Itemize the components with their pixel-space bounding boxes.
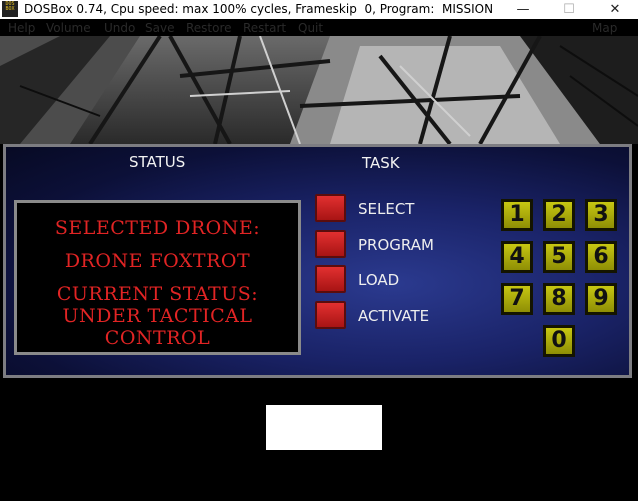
game-menu-bar: Help Volume Undo Save Restore Restart Qu… bbox=[0, 19, 638, 36]
blank-white-box bbox=[266, 405, 382, 450]
menu-quit[interactable]: Quit bbox=[298, 21, 323, 35]
dosbox-app-icon: DOS BOX bbox=[2, 1, 18, 17]
program-task-button[interactable] bbox=[315, 230, 346, 258]
load-task-button[interactable] bbox=[315, 265, 346, 293]
keypad-key-1[interactable]: 1 bbox=[501, 199, 533, 231]
minimize-button[interactable]: — bbox=[500, 0, 546, 19]
program-task-label: PROGRAM bbox=[358, 236, 434, 254]
keypad-key-6[interactable]: 6 bbox=[585, 241, 617, 273]
window-title: DOSBox 0.74, Cpu speed: max 100% cycles,… bbox=[24, 2, 494, 16]
menu-undo[interactable]: Undo bbox=[104, 21, 135, 35]
title-bar: DOS BOX DOSBox 0.74, Cpu speed: max 100%… bbox=[0, 0, 638, 19]
menu-help[interactable]: Help bbox=[8, 21, 35, 35]
keypad-key-5[interactable]: 5 bbox=[543, 241, 575, 273]
keypad-key-8[interactable]: 8 bbox=[543, 283, 575, 315]
keypad-key-2[interactable]: 2 bbox=[543, 199, 575, 231]
status-header: STATUS bbox=[129, 153, 186, 171]
status-display: SELECTED DRONE: DRONE FOXTROT CURRENT ST… bbox=[14, 200, 301, 355]
keypad-key-7[interactable]: 7 bbox=[501, 283, 533, 315]
status-line-selected-drone: SELECTED DRONE: bbox=[54, 217, 261, 239]
menu-map[interactable]: Map bbox=[592, 21, 617, 35]
close-button[interactable]: ✕ bbox=[592, 0, 638, 19]
menu-volume[interactable]: Volume bbox=[46, 21, 91, 35]
maximize-button[interactable]: ☐ bbox=[546, 0, 592, 19]
menu-restart[interactable]: Restart bbox=[243, 21, 286, 35]
menu-restore[interactable]: Restore bbox=[186, 21, 232, 35]
menu-save[interactable]: Save bbox=[145, 21, 174, 35]
status-line-status-value-1: UNDER TACTICAL bbox=[62, 305, 253, 327]
keypad-key-0[interactable]: 0 bbox=[543, 325, 575, 357]
select-task-button[interactable] bbox=[315, 194, 346, 222]
status-line-status-value-2: CONTROL bbox=[104, 327, 211, 349]
task-header: TASK bbox=[362, 154, 400, 172]
activate-task-label: ACTIVATE bbox=[358, 307, 430, 325]
keypad-key-4[interactable]: 4 bbox=[501, 241, 533, 273]
keypad-key-3[interactable]: 3 bbox=[585, 199, 617, 231]
status-line-current-status: CURRENT STATUS: bbox=[56, 283, 259, 305]
industrial-scene-image bbox=[0, 36, 638, 144]
load-task-label: LOAD bbox=[358, 271, 400, 289]
status-line-drone-name: DRONE FOXTROT bbox=[64, 250, 251, 272]
select-task-label: SELECT bbox=[358, 200, 415, 218]
keypad-key-9[interactable]: 9 bbox=[585, 283, 617, 315]
activate-task-button[interactable] bbox=[315, 301, 346, 329]
